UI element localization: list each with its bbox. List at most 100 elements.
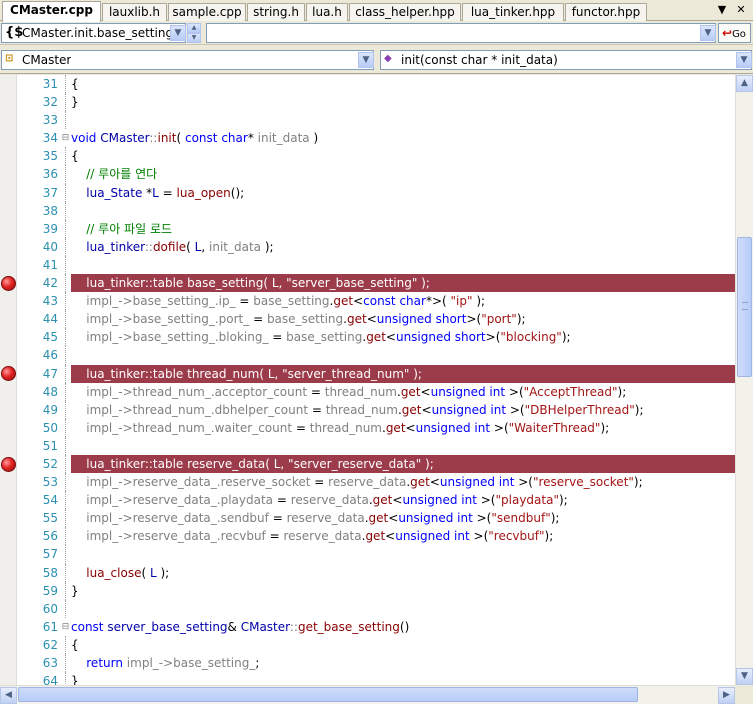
code-text[interactable]: impl_->reserve_data_.playdata = reserve_…	[71, 491, 567, 509]
chevron-down-icon[interactable]: ▼	[170, 25, 186, 41]
code-text[interactable]: {	[71, 636, 79, 654]
tab-sample-cpp[interactable]: sample.cpp	[168, 3, 246, 21]
scroll-right-icon[interactable]: ▶	[718, 687, 735, 704]
code-text[interactable]: // 루아를 연다	[71, 165, 157, 183]
vertical-scrollbar[interactable]: ▲ ▼	[735, 75, 753, 685]
code-line[interactable]: 44 impl_->base_setting_.port_ = base_set…	[17, 310, 735, 329]
code-text[interactable]: impl_->base_setting_.ip_ = base_setting.…	[71, 292, 485, 310]
tab-string-h[interactable]: string.h	[247, 3, 305, 21]
code-text[interactable]: {	[71, 147, 79, 165]
collapse-icon[interactable]: ⊟	[61, 129, 70, 147]
code-line[interactable]: 41	[17, 255, 735, 275]
breakpoint-icon[interactable]	[1, 366, 16, 382]
tab-cmaster-cpp[interactable]: CMaster.cpp	[2, 1, 101, 22]
vertical-scroll-thumb[interactable]	[737, 237, 752, 377]
code-line[interactable]: 39 // 루아 파일 로드	[17, 219, 735, 238]
code-line[interactable]: 57	[17, 545, 735, 564]
code-text[interactable]: impl_->reserve_data_.sendbuf = reserve_d…	[71, 509, 559, 527]
code-text[interactable]: lua_close( L );	[71, 564, 169, 582]
tab-functor-hpp[interactable]: functor.hpp	[565, 3, 647, 21]
code-line[interactable]: 40 lua_tinker::dofile( L, init_data );	[17, 237, 735, 256]
code-text[interactable]: }	[71, 93, 79, 111]
code-line[interactable]: 34 ⊟ void CMaster::init( const char* init_…	[17, 129, 735, 147]
code-text[interactable]: lua_State *L = lua_open();	[71, 184, 244, 202]
member-combo[interactable]: ◆ init(const char * init_data) ▼	[380, 50, 752, 70]
code-line[interactable]: 55 impl_->reserve_data_.sendbuf = reserv…	[17, 509, 735, 528]
code-text[interactable]: const server_base_setting& CMaster::get_…	[71, 618, 409, 636]
horizontal-scroll-thumb[interactable]	[18, 687, 638, 702]
code-line[interactable]: 38	[17, 201, 735, 220]
code-text[interactable]: lua_tinker::dofile( L, init_data );	[71, 238, 273, 256]
scroll-up-icon[interactable]: ▲	[736, 75, 753, 92]
code-text[interactable]: lua_tinker::table base_setting( L, "serv…	[71, 274, 735, 293]
code-text[interactable]: lua_tinker::table reserve_data( L, "serv…	[71, 454, 735, 474]
code-line[interactable]: 45 impl_->base_setting_.bloking_ = base_…	[17, 328, 735, 347]
code-line[interactable]: 60	[17, 599, 735, 618]
scroll-down-icon[interactable]: ▼	[736, 668, 753, 685]
code-text[interactable]: impl_->base_setting_.bloking_ = base_set…	[71, 328, 570, 346]
code-text[interactable]: // 루아 파일 로드	[71, 220, 172, 238]
spin-down-icon[interactable]: ▼	[187, 33, 201, 43]
code-text[interactable]: return impl_->base_setting_;	[71, 654, 259, 672]
code-line[interactable]: 61 ⊟ const server_base_setting& CMaster::g…	[17, 618, 735, 636]
find-combo[interactable]: ▼	[206, 23, 716, 43]
code-line[interactable]: 50 impl_->thread_num_.waiter_count = thr…	[17, 418, 735, 437]
line-number: 51	[42, 438, 58, 453]
code-line[interactable]: 63 return impl_->base_setting_;	[17, 654, 735, 673]
chevron-down-icon[interactable]: ▼	[700, 25, 716, 41]
code-text[interactable]: impl_->thread_num_.acceptor_count = thre…	[71, 383, 626, 401]
code-line[interactable]: 51	[17, 436, 735, 455]
breakpoint-icon[interactable]	[1, 456, 16, 472]
code-line[interactable]: 46	[17, 346, 735, 365]
code-line[interactable]: 56 impl_->reserve_data_.recvbuf = reserv…	[17, 527, 735, 546]
class-combo[interactable]: ⊡ CMaster ▼	[1, 50, 374, 70]
horizontal-scrollbar[interactable]: ◀ ▶	[0, 685, 735, 704]
code-line[interactable]: 49 impl_->thread_num_.dbhelper_count = t…	[17, 400, 735, 419]
outline-guide	[65, 75, 66, 94]
code-line[interactable]: 58 lua_close( L );	[17, 563, 735, 582]
tab-lua-h[interactable]: lua.h	[306, 3, 348, 21]
code-line[interactable]: 64}	[17, 672, 735, 685]
code-text[interactable]: lua_tinker::table thread_num( L, "server…	[71, 364, 735, 383]
code-line[interactable]: 43 impl_->base_setting_.ip_ = base_setti…	[17, 292, 735, 311]
symbol-spin-buttons[interactable]: ▲ ▼	[187, 23, 201, 43]
code-text[interactable]: void CMaster::init( const char* init_dat…	[71, 129, 318, 147]
code-text[interactable]: impl_->base_setting_.port_ = base_settin…	[71, 310, 525, 328]
code-line[interactable]: 53 impl_->reserve_data_.reserve_socket =…	[17, 473, 735, 492]
go-button[interactable]: ↩Go	[718, 23, 751, 43]
outline-guide	[65, 418, 66, 437]
code-text[interactable]: impl_->reserve_data_.reserve_socket = re…	[71, 473, 642, 491]
code-line[interactable]: 54 impl_->reserve_data_.playdata = reser…	[17, 491, 735, 510]
tab-lauxlib-h[interactable]: lauxlib.h	[102, 3, 167, 21]
code-text[interactable]: {	[71, 75, 79, 93]
chevron-down-icon[interactable]: ▼	[358, 52, 374, 68]
code-text[interactable]: impl_->reserve_data_.recvbuf = reserve_d…	[71, 527, 553, 545]
code-line[interactable]: 59}	[17, 581, 735, 600]
close-tab-icon[interactable]: ✕	[734, 3, 748, 17]
spin-up-icon[interactable]: ▲	[187, 23, 201, 33]
code-text[interactable]: impl_->thread_num_.waiter_count = thread…	[71, 419, 609, 437]
scroll-left-icon[interactable]: ◀	[0, 687, 17, 704]
tab-lua-tinker-hpp[interactable]: lua_tinker.hpp	[462, 3, 564, 21]
code-editor[interactable]: 31{32} 33 34 ⊟ void CMaster::init( const cha…	[0, 75, 735, 685]
tab-class-helper-hpp[interactable]: class_helper.hpp	[349, 3, 461, 21]
code-text[interactable]: impl_->thread_num_.dbhelper_count = thre…	[71, 401, 643, 419]
code-line[interactable]: 37 lua_State *L = lua_open();	[17, 183, 735, 202]
code-line[interactable]: 33	[17, 111, 735, 130]
code-line[interactable]: 31 {	[17, 75, 735, 94]
code-line[interactable]: 48 impl_->thread_num_.acceptor_count = t…	[17, 382, 735, 401]
breakpoint-icon[interactable]	[1, 275, 16, 291]
code-line[interactable]: 52 lua_tinker::table reserve_data( L, "s…	[17, 454, 735, 474]
code-text[interactable]: }	[71, 672, 79, 685]
collapse-icon[interactable]: ⊟	[61, 618, 70, 636]
symbol-navigation-combo[interactable]: {$ CMaster.init.base_setting ▼	[1, 23, 186, 43]
code-line[interactable]: 36 // 루아를 연다	[17, 165, 735, 184]
code-line[interactable]: 35 {	[17, 147, 735, 166]
code-line[interactable]: 32}	[17, 93, 735, 112]
code-line[interactable]: 42 lua_tinker::table base_setting( L, "s…	[17, 274, 735, 293]
code-line[interactable]: 62 {	[17, 635, 735, 654]
code-line[interactable]: 47 lua_tinker::table thread_num( L, "ser…	[17, 364, 735, 383]
tab-list-dropdown-icon[interactable]: ▼	[715, 3, 729, 17]
chevron-down-icon[interactable]: ▼	[736, 52, 752, 68]
code-text[interactable]: }	[71, 582, 79, 600]
